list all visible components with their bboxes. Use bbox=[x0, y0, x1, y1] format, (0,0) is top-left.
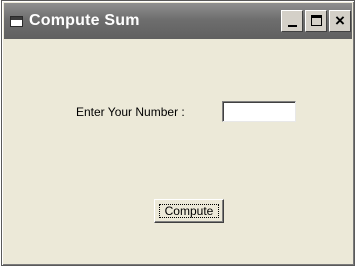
form-client-area: Enter Your Number : Compute bbox=[4, 39, 352, 263]
window-title: Compute Sum bbox=[29, 12, 140, 29]
minimize-button[interactable] bbox=[281, 10, 303, 32]
compute-button[interactable]: Compute bbox=[154, 199, 224, 223]
app-window-icon[interactable] bbox=[10, 15, 23, 27]
maximize-button[interactable] bbox=[305, 10, 327, 32]
compute-button-label: Compute bbox=[164, 204, 214, 218]
window-controls: × bbox=[281, 10, 351, 32]
compute-sum-window: Compute Sum × Enter Your Number : Comput… bbox=[1, 0, 355, 266]
title-bar[interactable]: Compute Sum × bbox=[4, 3, 352, 39]
maximize-icon bbox=[311, 15, 322, 26]
number-label: Enter Your Number : bbox=[76, 105, 185, 119]
number-input[interactable] bbox=[222, 101, 296, 122]
close-button[interactable]: × bbox=[329, 10, 351, 32]
minimize-icon bbox=[288, 25, 297, 27]
close-icon: × bbox=[335, 11, 345, 30]
